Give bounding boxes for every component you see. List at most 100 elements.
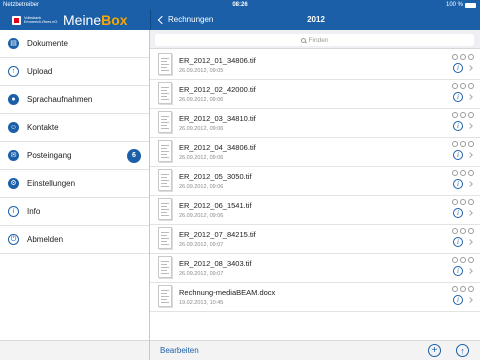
sidebar-item-label: Posteingang <box>27 151 72 160</box>
file-thumbnail-icon <box>158 285 172 307</box>
file-name: ER_2012_01_34806.tif <box>179 56 256 65</box>
edit-button[interactable]: Bearbeiten <box>160 346 199 355</box>
sidebar-item-upload[interactable]: ↑ Upload <box>0 58 149 86</box>
file-date: 26.09.2012, 09:07 <box>179 242 224 248</box>
status-dot-icon <box>468 286 474 292</box>
sidebar-item-abmelden[interactable]: ⏻ Abmelden <box>0 226 149 254</box>
sidebar-item-info[interactable]: i Info <box>0 198 149 226</box>
sidebar-item-label: Abmelden <box>27 235 64 244</box>
file-row[interactable]: ER_2012_07_84215.tif 26.09.2012, 09:07 i <box>150 224 480 254</box>
info-icon[interactable]: i <box>453 295 463 305</box>
status-dot-icon <box>460 286 466 292</box>
file-name: ER_2012_07_84215.tif <box>179 230 256 239</box>
file-date: 26.09.2012, 09:06 <box>179 155 224 161</box>
status-dot-icon <box>452 54 458 60</box>
file-row[interactable]: Rechnung-mediaBEAM.docx 19.02.2013, 10:45… <box>150 282 480 312</box>
file-status-indicators <box>452 54 474 60</box>
file-thumbnail-icon <box>158 227 172 249</box>
file-name: ER_2012_04_34806.tif <box>179 143 256 152</box>
status-dot-icon <box>460 257 466 263</box>
sidebar-item-label: Info <box>27 207 41 216</box>
file-row[interactable]: ER_2012_03_34810.tif 26.09.2012, 09:06 i <box>150 108 480 138</box>
status-dot-icon <box>468 141 474 147</box>
status-dot-icon <box>468 112 474 118</box>
file-thumbnail-icon <box>158 256 172 278</box>
file-row[interactable]: ER_2012_06_1541.tif 26.09.2012, 09:06 i <box>150 195 480 225</box>
sidebar-header: Volksbank Emmerich-Rees eG MeineBox <box>0 10 150 30</box>
file-date: 26.09.2012, 09:06 <box>179 213 224 219</box>
microphone-icon: ● <box>8 94 19 105</box>
info-icon[interactable]: i <box>453 208 463 218</box>
status-dot-icon <box>452 112 458 118</box>
chevron-right-icon <box>467 210 473 216</box>
chevron-right-icon <box>467 268 473 274</box>
file-name: ER_2012_03_34810.tif <box>179 114 256 123</box>
info-icon[interactable]: i <box>453 92 463 102</box>
status-dot-icon <box>452 199 458 205</box>
chevron-right-icon <box>467 181 473 187</box>
file-row[interactable]: ER_2012_04_34806.tif 26.09.2012, 09:06 i <box>150 137 480 167</box>
sidebar-item-dokumente[interactable]: ▤ Dokumente <box>0 30 149 58</box>
file-date: 26.09.2012, 09:06 <box>179 126 224 132</box>
upload-button[interactable]: ↑ <box>456 344 469 357</box>
status-dot-icon <box>452 141 458 147</box>
status-dot-icon <box>452 286 458 292</box>
file-status-indicators <box>452 83 474 89</box>
info-icon[interactable]: i <box>453 121 463 131</box>
search-placeholder: Finden <box>308 36 329 44</box>
page-title: 2012 <box>307 15 325 24</box>
search-bar: Finden <box>150 30 480 49</box>
app-name: MeineBox <box>63 12 128 28</box>
chevron-right-icon <box>467 94 473 100</box>
document-icon: ▤ <box>8 38 19 49</box>
file-date: 26.09.2012, 09:06 <box>179 97 224 103</box>
brand-logo: Volksbank Emmerich-Rees eG MeineBox <box>12 12 128 28</box>
status-dot-icon <box>468 170 474 176</box>
file-row[interactable]: ER_2012_08_3403.tif 26.09.2012, 09:07 i <box>150 253 480 283</box>
info-icon: i <box>8 206 19 217</box>
status-dot-icon <box>460 170 466 176</box>
sidebar-item-sprachaufnahmen[interactable]: ● Sprachaufnahmen <box>0 86 149 114</box>
sidebar-item-label: Upload <box>27 67 53 76</box>
battery-indicator: 100 % <box>446 2 476 8</box>
info-icon[interactable]: i <box>453 179 463 189</box>
file-status-indicators <box>452 199 474 205</box>
file-status-indicators <box>452 228 474 234</box>
mail-icon: ✉ <box>8 150 19 161</box>
status-dot-icon <box>460 83 466 89</box>
status-dot-icon <box>468 228 474 234</box>
power-icon: ⏻ <box>8 234 19 245</box>
info-icon[interactable]: i <box>453 150 463 160</box>
sidebar-item-posteingang[interactable]: ✉ Posteingang 6 <box>0 142 149 170</box>
file-row[interactable]: ER_2012_01_34806.tif 26.09.2012, 09:05 i <box>150 50 480 80</box>
bottom-toolbar: Bearbeiten + ↑ <box>150 340 480 360</box>
search-input[interactable]: Finden <box>155 34 474 46</box>
search-icon <box>300 37 306 43</box>
status-dot-icon <box>452 257 458 263</box>
file-thumbnail-icon <box>158 111 172 133</box>
file-name: ER_2012_02_42000.tif <box>179 85 256 94</box>
gear-icon: ⚙ <box>8 178 19 189</box>
sidebar-item-kontakte[interactable]: ☺ Kontakte <box>0 114 149 142</box>
file-row[interactable]: ER_2012_05_3050.tif 26.09.2012, 09:06 i <box>150 166 480 196</box>
file-name: ER_2012_05_3050.tif <box>179 172 252 181</box>
info-icon[interactable]: i <box>453 237 463 247</box>
file-list-panel: Finden ER_2012_01_34806.tif 26.09.2012, 0… <box>150 30 480 340</box>
file-status-indicators <box>452 286 474 292</box>
sidebar-item-label: Einstellungen <box>27 179 76 188</box>
sidebar-item-einstellungen[interactable]: ⚙ Einstellungen <box>0 170 149 198</box>
file-row[interactable]: ER_2012_02_42000.tif 26.09.2012, 09:06 i <box>150 79 480 109</box>
status-dot-icon <box>468 257 474 263</box>
file-date: 19.02.2013, 10:45 <box>179 300 224 306</box>
file-name: ER_2012_06_1541.tif <box>179 201 252 210</box>
file-name: ER_2012_08_3403.tif <box>179 259 252 268</box>
info-icon[interactable]: i <box>453 63 463 73</box>
bank-name: Volksbank Emmerich-Rees eG <box>24 16 58 24</box>
chevron-right-icon <box>467 239 473 245</box>
status-dot-icon <box>452 228 458 234</box>
file-status-indicators <box>452 112 474 118</box>
navigation-bar: Rechnungen 2012 <box>150 10 480 30</box>
battery-icon <box>465 2 476 8</box>
info-icon[interactable]: i <box>453 266 463 276</box>
add-button[interactable]: + <box>428 344 441 357</box>
